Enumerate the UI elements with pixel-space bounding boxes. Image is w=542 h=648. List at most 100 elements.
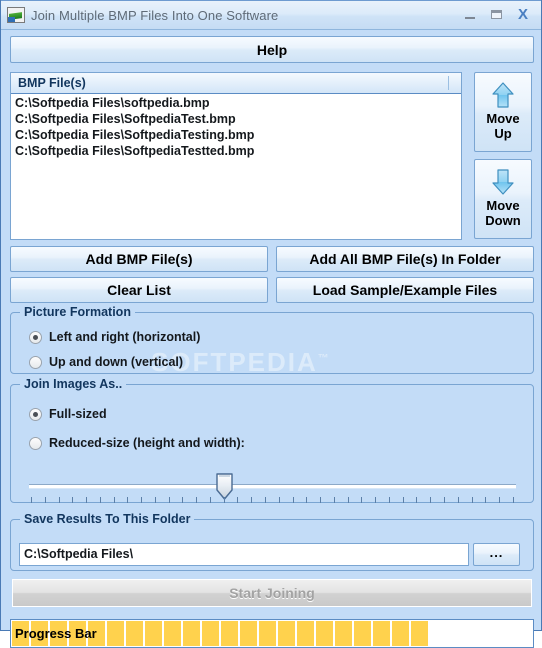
slider-tick xyxy=(471,497,473,503)
slider-tick xyxy=(485,497,487,503)
progress-segment xyxy=(392,621,409,646)
clear-list-button[interactable]: Clear List xyxy=(10,277,268,303)
slider-tick xyxy=(443,497,445,503)
file-list-body: C:\Softpedia Files\softpedia.bmp C:\Soft… xyxy=(11,94,461,159)
move-down-button[interactable]: Move Down xyxy=(474,159,532,239)
list-item[interactable]: C:\Softpedia Files\SoftpediaTest.bmp xyxy=(13,111,461,127)
move-down-label-1: Move xyxy=(486,198,520,213)
slider-tick xyxy=(347,497,349,503)
slider-tick xyxy=(223,497,225,503)
progress-segment xyxy=(354,621,371,646)
start-joining-button[interactable]: Start Joining xyxy=(12,579,532,607)
app-window: Join Multiple BMP Files Into One Softwar… xyxy=(0,0,542,648)
title-bar: Join Multiple BMP Files Into One Softwar… xyxy=(1,0,541,30)
slider-tick xyxy=(113,497,115,503)
slider-tick xyxy=(265,497,267,503)
add-all-bmp-files-in-folder-button[interactable]: Add All BMP File(s) In Folder xyxy=(276,246,534,272)
window-body: Help BMP File(s) C:\Softpedia Files\soft… xyxy=(1,30,541,648)
move-up-label-1: Move xyxy=(486,111,520,126)
radio-up-and-down-indicator[interactable] xyxy=(29,355,42,369)
move-down-label-2: Down xyxy=(485,213,521,228)
slider-thumb[interactable] xyxy=(216,473,233,500)
radio-up-and-down-label: Up and down (vertical) xyxy=(49,355,184,369)
slider-tick xyxy=(333,497,335,503)
slider-tick xyxy=(209,497,211,503)
progress-segment xyxy=(164,621,181,646)
progress-segment xyxy=(107,621,124,646)
slider-track[interactable] xyxy=(29,484,516,489)
slider-tick xyxy=(251,497,253,503)
maximize-icon[interactable] xyxy=(489,7,505,23)
progress-segment xyxy=(259,621,276,646)
slider-tick xyxy=(320,497,322,503)
progress-segment xyxy=(411,621,428,646)
radio-up-and-down[interactable]: Up and down (vertical) xyxy=(29,355,183,369)
move-up-label-2: Up xyxy=(494,126,512,141)
reduced-size-slider[interactable] xyxy=(29,467,516,505)
slider-tick xyxy=(375,497,377,503)
radio-full-sized-label: Full-sized xyxy=(49,407,107,421)
progress-segment xyxy=(373,621,390,646)
save-folder-title: Save Results To This Folder xyxy=(20,512,195,526)
slider-tick xyxy=(306,497,308,503)
slider-tick xyxy=(292,497,294,503)
radio-left-and-right[interactable]: Left and right (horizontal) xyxy=(29,330,200,344)
radio-left-and-right-indicator[interactable] xyxy=(29,330,42,344)
minimize-icon[interactable] xyxy=(463,7,479,23)
radio-full-sized-indicator[interactable] xyxy=(29,407,42,421)
slider-tick xyxy=(196,497,198,503)
slider-tick xyxy=(416,497,418,503)
slider-tick xyxy=(168,497,170,503)
radio-left-and-right-label: Left and right (horizontal) xyxy=(49,330,201,344)
progress-segment xyxy=(297,621,314,646)
file-list-header[interactable]: BMP File(s) xyxy=(11,73,461,94)
file-list-header-label: BMP File(s) xyxy=(18,76,86,90)
slider-tick xyxy=(44,497,46,503)
progress-bar-label: Progress Bar xyxy=(15,626,97,641)
close-icon[interactable]: X xyxy=(515,7,531,23)
slider-tick xyxy=(182,497,184,503)
radio-reduced-size-indicator[interactable] xyxy=(29,436,42,450)
progress-bar: Progress Bar xyxy=(10,619,534,648)
slider-tick xyxy=(430,497,432,503)
progress-segment xyxy=(183,621,200,646)
slider-tick xyxy=(31,497,32,503)
join-images-as-title: Join Images As.. xyxy=(20,377,127,391)
arrow-up-icon xyxy=(489,80,517,110)
picture-formation-title: Picture Formation xyxy=(20,305,135,319)
progress-segment xyxy=(335,621,352,646)
slider-tick xyxy=(72,497,74,503)
radio-reduced-size-label: Reduced-size (height and width): xyxy=(49,436,245,450)
app-image-icon xyxy=(7,7,25,23)
add-bmp-files-button[interactable]: Add BMP File(s) xyxy=(10,246,268,272)
slider-tick xyxy=(402,497,404,503)
progress-segment xyxy=(126,621,143,646)
list-item[interactable]: C:\Softpedia Files\SoftpediaTestted.bmp xyxy=(13,143,461,159)
list-item[interactable]: C:\Softpedia Files\softpedia.bmp xyxy=(13,95,461,111)
slider-tick xyxy=(388,497,390,503)
list-item[interactable]: C:\Softpedia Files\SoftpediaTesting.bmp xyxy=(13,127,461,143)
bmp-file-list[interactable]: BMP File(s) C:\Softpedia Files\softpedia… xyxy=(10,72,462,240)
progress-segment xyxy=(278,621,295,646)
slider-tick xyxy=(512,497,514,503)
progress-segment xyxy=(240,621,257,646)
load-sample-files-button[interactable]: Load Sample/Example Files xyxy=(276,277,534,303)
save-path-input[interactable]: C:\Softpedia Files\ xyxy=(19,543,469,566)
browse-folder-button[interactable]: ... xyxy=(473,543,520,566)
arrow-down-icon xyxy=(489,167,517,197)
progress-segment xyxy=(202,621,219,646)
slider-tick xyxy=(86,497,88,503)
radio-reduced-size[interactable]: Reduced-size (height and width): xyxy=(29,436,245,450)
move-up-button[interactable]: Move Up xyxy=(474,72,532,152)
slider-tick xyxy=(141,497,143,503)
slider-tick xyxy=(361,497,363,503)
slider-tick xyxy=(127,497,129,503)
help-button[interactable]: Help xyxy=(10,36,534,63)
radio-full-sized[interactable]: Full-sized xyxy=(29,407,107,421)
slider-tick xyxy=(499,497,501,503)
progress-segment xyxy=(316,621,333,646)
column-divider[interactable] xyxy=(448,76,449,90)
slider-tick xyxy=(457,497,459,503)
slider-tick xyxy=(99,497,101,503)
progress-segment xyxy=(221,621,238,646)
